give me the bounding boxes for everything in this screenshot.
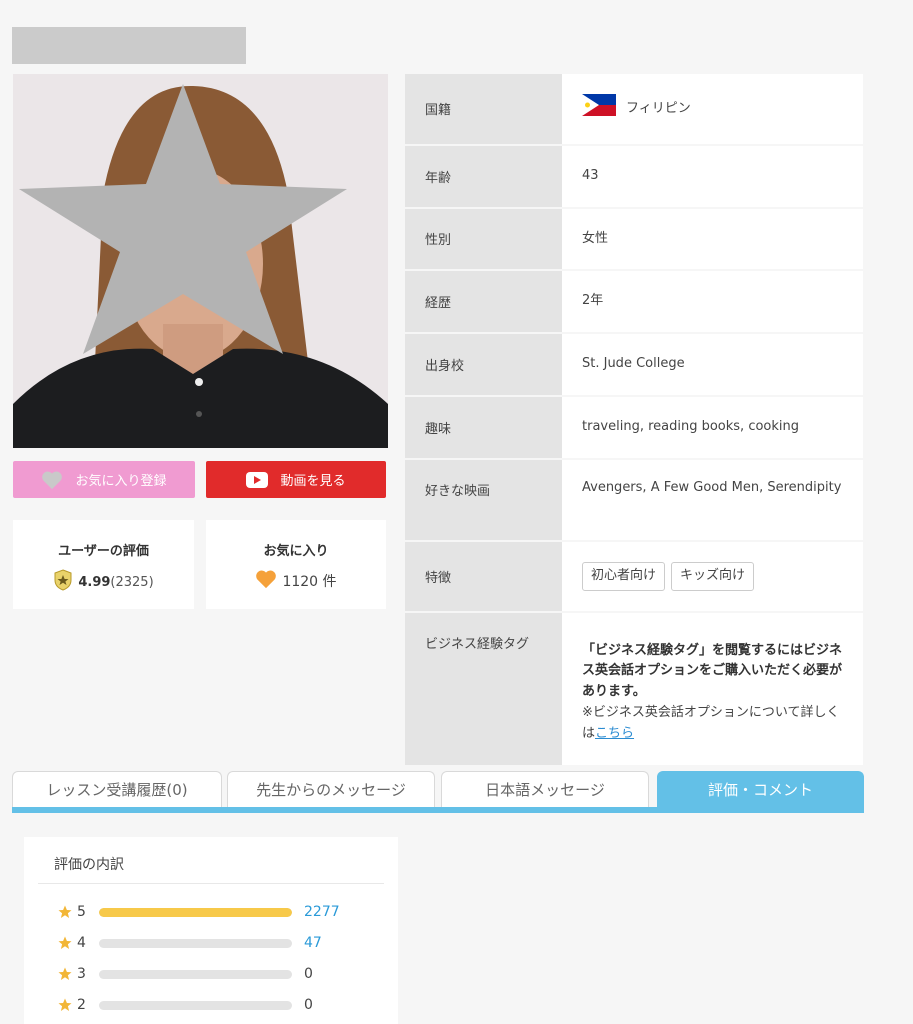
rating-breakdown-title: 評価の内訳 xyxy=(54,857,124,873)
rating-bar-track xyxy=(99,969,292,979)
rating-count: 0 xyxy=(304,966,313,982)
add-favorite-button[interactable]: お気に入り登録 xyxy=(13,461,195,498)
school-value: St. Jude College xyxy=(562,333,863,397)
field-label: 経歴 xyxy=(405,270,562,335)
medal-star-icon xyxy=(53,569,73,595)
movies-value: Avengers, A Few Good Men, Serendipity xyxy=(562,458,863,542)
divider xyxy=(38,883,384,884)
add-favorite-label: お気に入り登録 xyxy=(75,474,167,489)
watch-video-button[interactable]: 動画を見る xyxy=(206,461,386,498)
age-value: 43 xyxy=(562,144,863,209)
rating-bar-track xyxy=(99,938,292,948)
rating-level: 5 xyxy=(77,904,86,920)
field-label: 趣味 xyxy=(405,395,562,460)
tab-lesson-history[interactable]: レッスン受講履歴(0) xyxy=(12,771,222,807)
business-option-link[interactable]: こちら xyxy=(595,726,634,741)
user-rating-title: ユーザーの評価 xyxy=(58,544,149,559)
rating-breakdown-card: 評価の内訳 5 2277 4 47 3 0 2 0 xyxy=(24,837,398,1024)
field-label: 国籍 xyxy=(405,74,562,146)
business-tag-note: 「ビジネス経験タグ」を閲覧するにはビジネス英会話オプションをご購入いただく必要が… xyxy=(562,611,863,767)
hobbies-value: traveling, reading books, cooking xyxy=(562,395,863,460)
rating-level: 3 xyxy=(77,966,86,982)
rating-count-link[interactable]: 2277 xyxy=(304,904,340,920)
teacher-photo xyxy=(13,74,388,448)
user-rating-box: ユーザーの評価 4.99(2325) xyxy=(13,520,194,609)
tag-beginner: 初心者向け xyxy=(582,561,666,591)
rating-level: 2 xyxy=(77,997,86,1013)
rating-bar-track xyxy=(99,1000,292,1010)
heart-orange-icon xyxy=(255,569,277,593)
gender-value: 女性 xyxy=(562,207,863,272)
rating-count: (2325) xyxy=(110,574,154,590)
rating-row-3: 3 0 xyxy=(58,964,313,984)
watch-video-label: 動画を見る xyxy=(280,474,346,489)
tab-bar: レッスン受講履歴(0) 先生からのメッセージ 日本語メッセージ 評価・コメント xyxy=(12,770,864,814)
rating-row-5: 5 2277 xyxy=(58,902,340,922)
philippines-flag-icon xyxy=(582,94,616,124)
tab-underline xyxy=(12,807,864,813)
field-label: 好きな映画 xyxy=(405,458,562,542)
rating-count-link[interactable]: 47 xyxy=(304,935,322,951)
star-icon xyxy=(58,998,72,1011)
tab-reviews[interactable]: 評価・コメント xyxy=(657,771,864,807)
rating-score: 4.99 xyxy=(78,574,111,590)
tab-teacher-message[interactable]: 先生からのメッセージ xyxy=(227,771,435,807)
field-label: 特徴 xyxy=(405,540,562,613)
rating-row-2: 2 0 xyxy=(58,995,313,1015)
star-icon xyxy=(58,905,72,918)
field-label: 出身校 xyxy=(405,333,562,397)
business-tag-note-bold: 「ビジネス経験タグ」を閲覧するにはビジネス英会話オプションをご購入いただく必要が… xyxy=(582,642,843,700)
star-icon xyxy=(58,967,72,980)
favorite-count-value: 1120 件 xyxy=(282,574,337,590)
favorite-count-title: お気に入り xyxy=(263,544,329,559)
tab-japanese-message[interactable]: 日本語メッセージ xyxy=(441,771,649,807)
play-icon xyxy=(246,471,269,488)
features-value: 初心者向け キッズ向け xyxy=(562,540,863,613)
star-icon xyxy=(58,936,72,949)
field-label: 年齢 xyxy=(405,144,562,209)
rating-bar-track xyxy=(99,907,292,917)
rating-count: 0 xyxy=(304,997,313,1013)
field-label: ビジネス経験タグ xyxy=(405,611,562,767)
tag-kids: キッズ向け xyxy=(671,561,755,591)
favorite-count-box: お気に入り 1120 件 xyxy=(206,520,386,609)
profile-table: 国籍 フィリピン 年齢 43 性別 女性 経歴 2年 出身校 St. Jude … xyxy=(405,74,863,767)
heart-icon xyxy=(41,470,63,490)
field-value-nationality: フィリピン xyxy=(562,74,863,146)
field-label: 性別 xyxy=(405,207,562,272)
rating-bar-fill xyxy=(99,907,292,917)
nationality-value: フィリピン xyxy=(626,100,691,116)
rating-row-4: 4 47 xyxy=(58,933,322,953)
teacher-name-redacted xyxy=(12,27,246,64)
experience-value: 2年 xyxy=(562,270,863,335)
rating-level: 4 xyxy=(77,935,86,951)
